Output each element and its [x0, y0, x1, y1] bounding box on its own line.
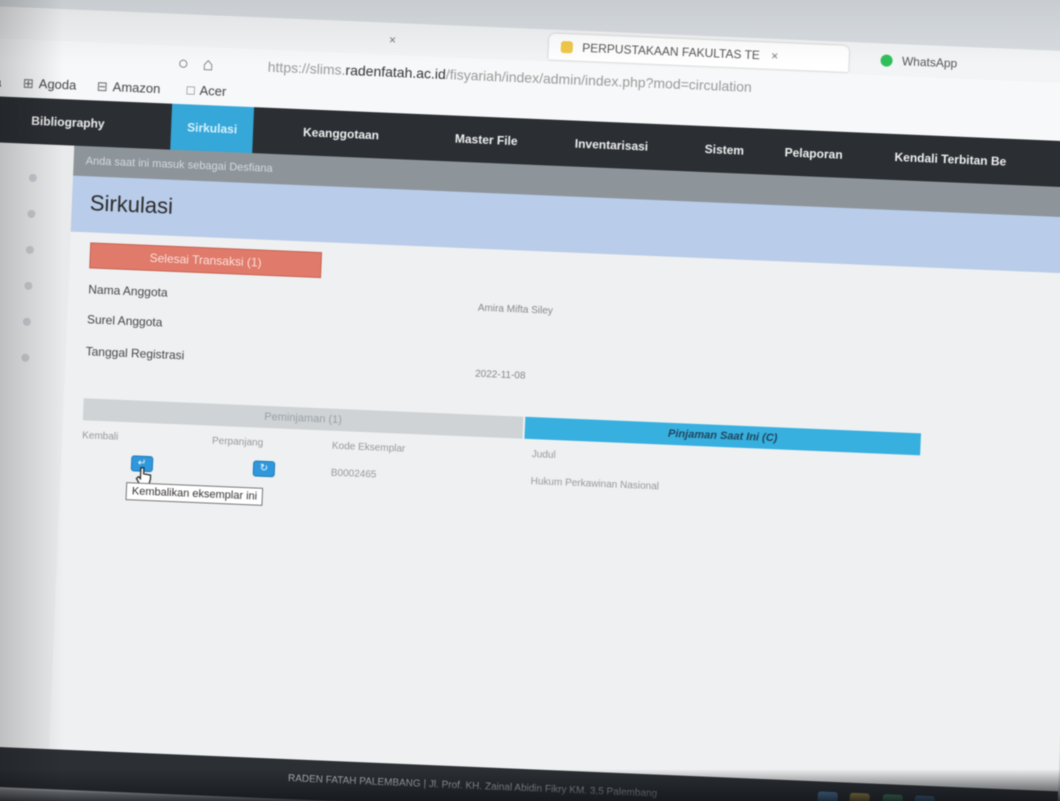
agoda-icon: ⊞ [22, 75, 35, 91]
shield-lock-icons: ○⌂ [177, 53, 228, 76]
taskbar-app-icon[interactable] [849, 792, 871, 801]
sidebar-bullet[interactable] [25, 245, 35, 255]
bookmark-label: Agoda [38, 76, 77, 93]
extend-icon: ↻ [259, 462, 269, 475]
bookmark-label: da [0, 74, 2, 90]
nav-kendali-terbitan[interactable]: Kendali Terbitan Be [894, 134, 1008, 185]
taskbar-app-icon[interactable] [882, 794, 903, 801]
taskbar-icons [817, 791, 943, 801]
tab-label: PERPUSTAKAAN FAKULTAS TE [581, 40, 761, 63]
extend-button[interactable]: ↻ [252, 460, 276, 478]
favicon-icon [560, 40, 574, 54]
sidebar-bullet[interactable] [22, 317, 32, 326]
shield-icon[interactable]: ○ [177, 53, 203, 74]
sidebar-bullet[interactable] [27, 209, 36, 219]
bookmark-agoda[interactable]: ⊞ Agoda [23, 75, 77, 93]
main-content: Sirkulasi Selesai Transaksi (1) Nama Ang… [47, 175, 1060, 801]
footer-text: RADEN FATAH PALEMBANG | Jl. Prof. KH. Za… [287, 773, 658, 800]
lock-icon[interactable]: ⌂ [202, 54, 228, 75]
url-domain: radenfatah.ac.id [345, 61, 447, 83]
nav-bibliography[interactable]: Bibliography [30, 98, 105, 147]
browser-tab-whatsapp[interactable]: WhatsApp [868, 47, 970, 77]
nav-sistem[interactable]: Sistem [704, 126, 745, 174]
tab-label: WhatsApp [901, 54, 958, 71]
sidebar-bullet[interactable] [24, 281, 33, 291]
sidebar-bullet[interactable] [28, 173, 38, 183]
page-title: Sirkulasi [89, 190, 174, 219]
nav-pelaporan[interactable]: Pelaporan [784, 129, 844, 177]
url-prefix: https://slims. [267, 58, 346, 78]
photo-frame: × PERPUSTAKAAN FAKULTAS TE × WhatsApp ○⌂… [0, 0, 1060, 801]
tab-label [381, 32, 382, 46]
screen: × PERPUSTAKAAN FAKULTAS TE × WhatsApp ○⌂… [0, 6, 1060, 801]
folder-icon: □ [186, 82, 195, 98]
col-judul: Judul [531, 449, 556, 462]
item-title: Hukum Perkawinan Nasional [530, 476, 660, 493]
bookmark-acer[interactable]: □ Acer [186, 82, 226, 99]
bookmark-label: Amazon [112, 79, 161, 97]
bookmark-amazon[interactable]: ⊟ Amazon [96, 78, 161, 98]
member-email-label: Surel Anggota [86, 312, 163, 330]
bookmark-item[interactable]: da [0, 74, 2, 90]
close-icon[interactable]: × [389, 33, 397, 47]
nav-keanggotaan[interactable]: Keanggotaan [302, 109, 380, 158]
close-icon[interactable]: × [771, 49, 779, 63]
col-perpanjang: Perpanjang [211, 435, 264, 449]
whatsapp-icon [880, 54, 893, 67]
nav-master-file[interactable]: Master File [454, 116, 519, 165]
amazon-icon: ⊟ [96, 78, 109, 94]
registration-date-value: 2022-11-08 [474, 368, 526, 382]
nav-inventarisasi[interactable]: Inventarisasi [574, 121, 649, 170]
col-kembali: Kembali [81, 430, 119, 443]
bookmark-label: Acer [199, 82, 227, 99]
taskbar-app-icon[interactable] [817, 791, 838, 801]
sidebar-bullet[interactable] [21, 353, 30, 362]
member-name-value: Amira Mifta Siley [477, 302, 554, 317]
finish-transaction-button[interactable]: Selesai Transaksi (1) [89, 242, 323, 279]
registration-date-label: Tanggal Registrasi [85, 344, 185, 363]
col-kode-eksemplar: Kode Eksemplar [331, 440, 406, 455]
member-name-label: Nama Anggota [88, 282, 168, 300]
nav-sirkulasi[interactable]: Sirkulasi [170, 103, 255, 154]
tooltip: Kembalikan eksemplar ini [125, 482, 264, 506]
taskbar-app-icon[interactable] [914, 795, 936, 801]
browser-tab[interactable]: × [368, 26, 408, 54]
item-code: B0002465 [330, 467, 377, 481]
